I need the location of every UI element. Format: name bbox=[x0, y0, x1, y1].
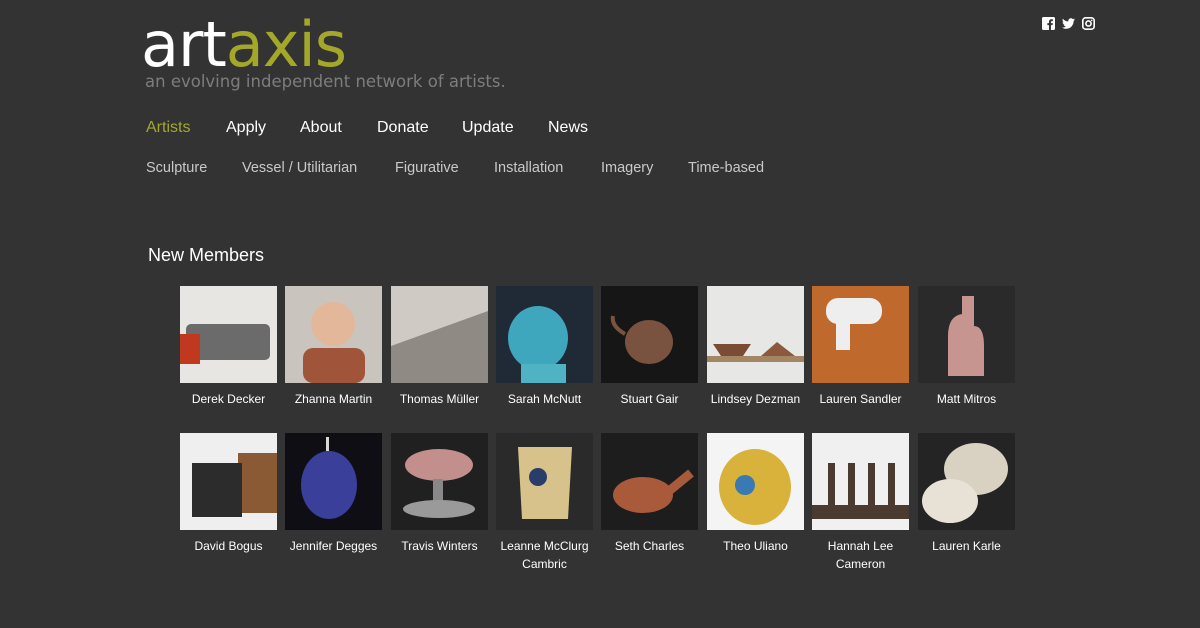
member-thumbnail bbox=[601, 433, 698, 530]
member-card[interactable]: Matt Mitros bbox=[918, 286, 1015, 408]
twitter-icon[interactable] bbox=[1062, 17, 1075, 30]
member-card[interactable]: Jennifer Degges bbox=[285, 433, 382, 555]
member-thumbnail bbox=[391, 433, 488, 530]
category-item-vessel-utilitarian[interactable]: Vessel / Utilitarian bbox=[242, 160, 357, 176]
category-navigation: Sculpture Vessel / Utilitarian Figurativ… bbox=[0, 160, 1200, 180]
member-card[interactable]: Derek Decker bbox=[180, 286, 277, 408]
social-links bbox=[1042, 17, 1095, 30]
member-name: Leanne McClurg Cambric bbox=[500, 539, 589, 571]
member-name: Lauren Karle bbox=[932, 539, 1001, 553]
member-card[interactable]: David Bogus bbox=[180, 433, 277, 555]
member-card[interactable]: Lauren Sandler bbox=[812, 286, 909, 408]
member-card[interactable]: Stuart Gair bbox=[601, 286, 698, 408]
nav-item-artists[interactable]: Artists bbox=[146, 119, 190, 137]
member-thumbnail bbox=[812, 286, 909, 383]
logo-text-axis: axis bbox=[225, 8, 347, 81]
instagram-icon[interactable] bbox=[1082, 17, 1095, 30]
member-thumbnail bbox=[285, 433, 382, 530]
facebook-icon[interactable] bbox=[1042, 17, 1055, 30]
site-logo[interactable]: artaxis bbox=[141, 14, 347, 76]
member-card[interactable]: Sarah McNutt bbox=[496, 286, 593, 408]
nav-item-about[interactable]: About bbox=[300, 119, 342, 137]
category-item-imagery[interactable]: Imagery bbox=[601, 160, 653, 176]
member-name: Jennifer Degges bbox=[289, 539, 378, 553]
nav-item-update[interactable]: Update bbox=[462, 119, 514, 137]
main-navigation: Artists Apply About Donate Update News bbox=[0, 119, 1200, 141]
nav-item-donate[interactable]: Donate bbox=[377, 119, 429, 137]
member-name: Sarah McNutt bbox=[507, 392, 582, 406]
member-name: Theo Uliano bbox=[723, 539, 788, 553]
member-name: David Bogus bbox=[194, 539, 263, 553]
member-name: Matt Mitros bbox=[936, 392, 997, 406]
member-name: Travis Winters bbox=[401, 539, 478, 553]
member-card[interactable]: Hannah Lee Cameron bbox=[812, 433, 909, 573]
member-thumbnail bbox=[601, 286, 698, 383]
logo-text-art: art bbox=[141, 8, 227, 81]
member-card[interactable]: Lauren Karle bbox=[918, 433, 1015, 555]
category-item-sculpture[interactable]: Sculpture bbox=[146, 160, 207, 176]
member-name: Stuart Gair bbox=[620, 392, 679, 406]
nav-item-apply[interactable]: Apply bbox=[226, 119, 266, 137]
site-tagline: an evolving independent network of artis… bbox=[145, 72, 506, 91]
member-thumbnail bbox=[496, 433, 593, 530]
member-card[interactable]: Seth Charles bbox=[601, 433, 698, 555]
member-thumbnail bbox=[918, 286, 1015, 383]
member-name: Thomas Müller bbox=[399, 392, 480, 406]
member-card[interactable]: Thomas Müller bbox=[391, 286, 488, 408]
nav-item-news[interactable]: News bbox=[548, 119, 588, 137]
member-name: Hannah Lee Cameron bbox=[827, 539, 894, 571]
member-name: Seth Charles bbox=[614, 539, 685, 553]
member-thumbnail bbox=[180, 433, 277, 530]
member-thumbnail bbox=[707, 286, 804, 383]
section-title-new-members: New Members bbox=[148, 245, 265, 265]
category-item-time-based[interactable]: Time-based bbox=[688, 160, 764, 176]
member-thumbnail bbox=[285, 286, 382, 383]
member-card[interactable]: Leanne McClurg Cambric bbox=[496, 433, 593, 573]
member-card[interactable]: Theo Uliano bbox=[707, 433, 804, 555]
member-card[interactable]: Zhanna Martin bbox=[285, 286, 382, 408]
category-item-installation[interactable]: Installation bbox=[494, 160, 563, 176]
member-name: Lauren Sandler bbox=[819, 392, 902, 406]
logo-wordmark: artaxis bbox=[141, 14, 347, 76]
member-name: Zhanna Martin bbox=[294, 392, 373, 406]
member-thumbnail bbox=[812, 433, 909, 530]
member-thumbnail bbox=[707, 433, 804, 530]
member-name: Derek Decker bbox=[191, 392, 266, 406]
member-thumbnail bbox=[180, 286, 277, 383]
member-card[interactable]: Lindsey Dezman bbox=[707, 286, 804, 408]
member-card[interactable]: Travis Winters bbox=[391, 433, 488, 555]
member-thumbnail bbox=[496, 286, 593, 383]
member-name: Lindsey Dezman bbox=[710, 392, 801, 406]
category-item-figurative[interactable]: Figurative bbox=[395, 160, 459, 176]
member-thumbnail bbox=[918, 433, 1015, 530]
member-thumbnail bbox=[391, 286, 488, 383]
